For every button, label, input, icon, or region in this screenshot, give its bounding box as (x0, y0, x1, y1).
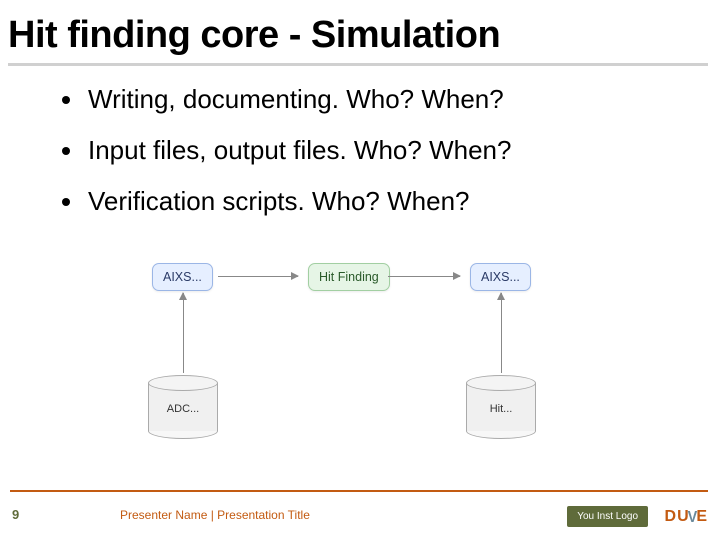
node-hit-finding: Hit Finding (308, 263, 390, 291)
flow-diagram: AIXS... Hit Finding AIXS... ADC... Hit..… (0, 235, 720, 460)
bullet-text: Input files, output files. Who? When? (88, 135, 511, 166)
cylinder-top-icon (466, 375, 536, 391)
cylinder-adc: ADC... (148, 375, 218, 445)
bullet-text: Writing, documenting. Who? When? (88, 84, 504, 115)
brand-logo: DUVE (665, 508, 708, 526)
bullet-list: Writing, documenting. Who? When? Input f… (62, 84, 700, 237)
bullet-dot-icon (62, 147, 70, 155)
arrow-right-icon (388, 276, 460, 277)
bullet-item: Input files, output files. Who? When? (62, 135, 700, 166)
node-aixs-left: AIXS... (152, 263, 213, 291)
logo-letter: V (687, 509, 698, 527)
slide-title: Hit finding core - Simulation (8, 14, 708, 66)
bullet-dot-icon (62, 96, 70, 104)
cylinder-top-icon (148, 375, 218, 391)
arrow-up-icon (501, 293, 502, 373)
bullet-text: Verification scripts. Who? When? (88, 186, 470, 217)
bullet-item: Writing, documenting. Who? When? (62, 84, 700, 115)
footer-divider (10, 490, 708, 492)
page-number: 9 (12, 507, 19, 522)
arrow-up-icon (183, 293, 184, 373)
cylinder-label: Hit... (466, 403, 536, 415)
bullet-item: Verification scripts. Who? When? (62, 186, 700, 217)
arrow-right-icon (218, 276, 298, 277)
presenter-line: Presenter Name | Presentation Title (120, 508, 310, 522)
slide: Hit finding core - Simulation Writing, d… (0, 0, 720, 540)
inst-logo-placeholder: You Inst Logo (567, 506, 648, 527)
cylinder-hit: Hit... (466, 375, 536, 445)
logo-letter: D (665, 508, 678, 525)
bullet-dot-icon (62, 198, 70, 206)
cylinder-label: ADC... (148, 403, 218, 415)
node-aixs-right: AIXS... (470, 263, 531, 291)
